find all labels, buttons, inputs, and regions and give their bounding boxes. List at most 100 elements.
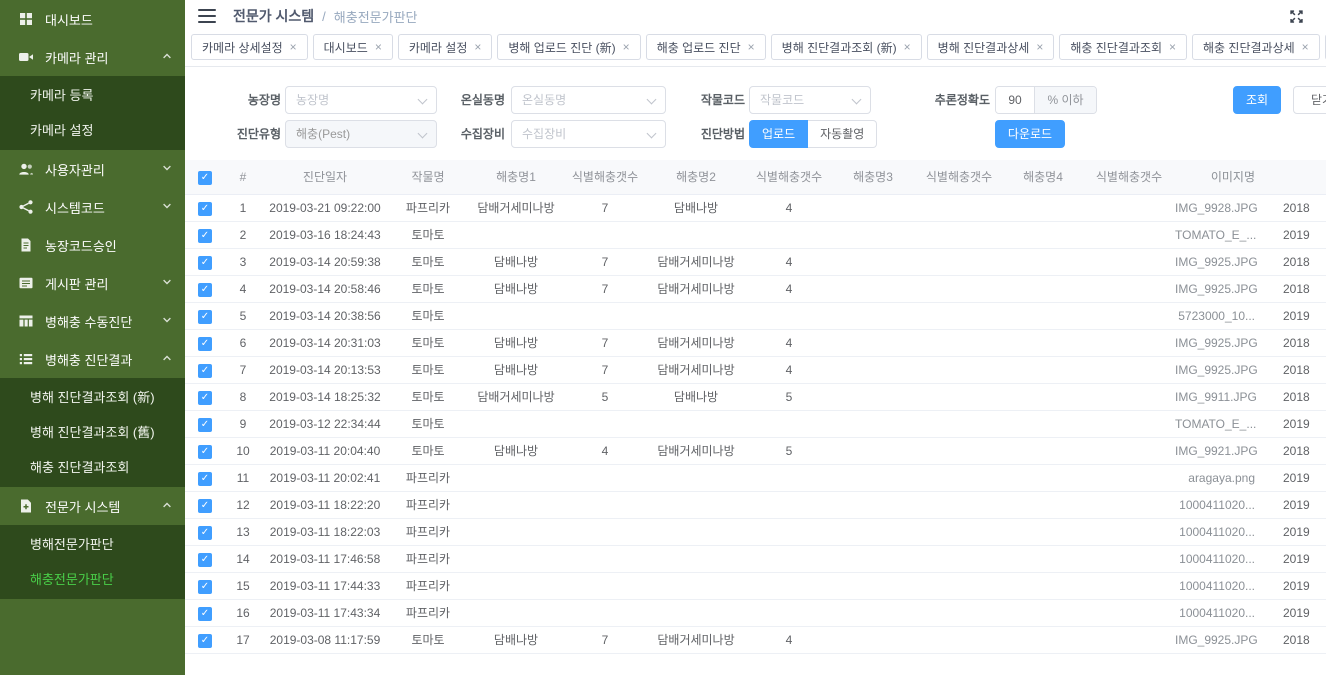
sidebar-subitem[interactable]: 해충 진단결과조회 bbox=[0, 450, 185, 485]
tab-close-icon[interactable]: × bbox=[623, 40, 630, 54]
table-row[interactable]: ✓72019-03-14 20:13:53토마토담배나방7담배거세미나방4IMG… bbox=[185, 356, 1326, 383]
table-row[interactable]: ✓122019-03-11 18:22:20파프리카1000411020...2… bbox=[185, 491, 1326, 518]
tab-label: 카메라 설정 bbox=[409, 39, 468, 56]
row-checkbox[interactable]: ✓ bbox=[198, 283, 212, 297]
row-checkbox[interactable]: ✓ bbox=[198, 607, 212, 621]
sidebar-subitem-active[interactable]: 해충전문가판단 bbox=[0, 562, 185, 597]
fullscreen-icon[interactable] bbox=[1289, 9, 1304, 24]
farm-name-select[interactable]: 농장명 bbox=[285, 86, 437, 114]
row-checkbox[interactable]: ✓ bbox=[198, 364, 212, 378]
tab-close-icon[interactable]: × bbox=[1036, 40, 1043, 54]
breadcrumb-root[interactable]: 전문가 시스템 bbox=[233, 6, 314, 26]
tab[interactable]: 카메라 설정 × bbox=[398, 34, 493, 60]
table-cell: 4 bbox=[747, 356, 831, 383]
greenhouse-select[interactable]: 온실동명 bbox=[511, 86, 666, 114]
sidebar-item-label: 카메라 관리 bbox=[45, 48, 108, 67]
row-checkbox[interactable]: ✓ bbox=[198, 553, 212, 567]
download-button[interactable]: 다운로드 bbox=[995, 120, 1065, 148]
sidebar-subitem[interactable]: 카메라 등록 bbox=[0, 78, 185, 113]
tab-close-icon[interactable]: × bbox=[375, 40, 382, 54]
table-cell: 1000411020... bbox=[1175, 545, 1283, 572]
table-row[interactable]: ✓172019-03-08 11:17:59토마토담배나방7담배거세미나방4IM… bbox=[185, 626, 1326, 653]
method-auto-capture-button[interactable]: 자동촬영 bbox=[808, 120, 877, 148]
row-checkbox[interactable]: ✓ bbox=[198, 256, 212, 270]
tab[interactable]: 해충 진단결과상세× bbox=[1192, 34, 1320, 60]
tab-close-icon[interactable]: × bbox=[1169, 40, 1176, 54]
table-row[interactable]: ✓22019-03-16 18:24:43토마토TOMATO_E_...2019 bbox=[185, 221, 1326, 248]
table-cell: 4 bbox=[747, 329, 831, 356]
tab[interactable]: 해충 진단결과조회× bbox=[1059, 34, 1187, 60]
sidebar-item[interactable]: 병해충 수동진단 bbox=[0, 302, 185, 340]
tab-close-icon[interactable]: × bbox=[290, 40, 297, 54]
row-checkbox[interactable]: ✓ bbox=[198, 445, 212, 459]
row-checkbox[interactable]: ✓ bbox=[198, 337, 212, 351]
tab[interactable]: 카메라 상세설정× bbox=[191, 34, 308, 60]
search-button[interactable]: 조회 bbox=[1233, 86, 1281, 114]
table-cell bbox=[467, 410, 565, 437]
row-checkbox[interactable]: ✓ bbox=[198, 472, 212, 486]
column-header: 해충명1 bbox=[467, 160, 565, 194]
table-row[interactable]: ✓32019-03-14 20:59:38토마토담배나방7담배거세미나방4IMG… bbox=[185, 248, 1326, 275]
table-row[interactable]: ✓162019-03-11 17:43:34파프리카1000411020...2… bbox=[185, 599, 1326, 626]
row-checkbox[interactable]: ✓ bbox=[198, 310, 212, 324]
table-row[interactable]: ✓92019-03-12 22:34:44토마토TOMATO_E_...2019 bbox=[185, 410, 1326, 437]
table-cell bbox=[915, 329, 1003, 356]
accuracy-input[interactable] bbox=[996, 87, 1034, 113]
tab[interactable]: 병해 업로드 진단 (新)× bbox=[497, 34, 640, 60]
table-row[interactable]: ✓152019-03-11 17:44:33파프리카1000411020...2… bbox=[185, 572, 1326, 599]
table-cell bbox=[645, 491, 747, 518]
sidebar-item[interactable]: 사용자관리 bbox=[0, 150, 185, 188]
tab-close-icon[interactable]: × bbox=[748, 40, 755, 54]
table-cell bbox=[915, 356, 1003, 383]
sidebar-item[interactable]: 병해충 진단결과 bbox=[0, 340, 185, 378]
row-checkbox[interactable]: ✓ bbox=[198, 229, 212, 243]
table-cell: 토마토 bbox=[389, 275, 467, 302]
sidebar-subitem[interactable]: 병해 진단결과조회 (舊) bbox=[0, 415, 185, 450]
tab[interactable]: 해충 업로드 진단× bbox=[646, 34, 766, 60]
chevron-down-icon bbox=[647, 129, 657, 139]
row-checkbox[interactable]: ✓ bbox=[198, 418, 212, 432]
sidebar-item[interactable]: 농장코드승인 bbox=[0, 226, 185, 264]
sidebar-item[interactable]: 카메라 관리 bbox=[0, 38, 185, 76]
crop-code-select[interactable]: 작물코드 bbox=[749, 86, 871, 114]
sidebar-subitem[interactable]: 병해 진단결과조회 (新) bbox=[0, 380, 185, 415]
sidebar-item[interactable]: 시스템코드 bbox=[0, 188, 185, 226]
row-checkbox[interactable]: ✓ bbox=[198, 634, 212, 648]
table-row[interactable]: ✓142019-03-11 17:46:58파프리카1000411020...2… bbox=[185, 545, 1326, 572]
table-cell bbox=[1003, 626, 1083, 653]
row-checkbox[interactable]: ✓ bbox=[198, 499, 212, 513]
hamburger-menu-icon[interactable] bbox=[198, 9, 216, 23]
crop-code-label: 작물코드 bbox=[665, 86, 745, 114]
close-button[interactable]: 닫기 bbox=[1293, 86, 1326, 114]
method-upload-button[interactable]: 업로드 bbox=[749, 120, 808, 148]
sidebar-subitem[interactable]: 병해전문가판단 bbox=[0, 527, 185, 562]
tab-close-icon[interactable]: × bbox=[1302, 40, 1309, 54]
table-row[interactable]: ✓112019-03-11 20:02:41파프리카aragaya.png201… bbox=[185, 464, 1326, 491]
sidebar-item[interactable]: 대시보드 bbox=[0, 0, 185, 38]
table-row[interactable]: ✓62019-03-14 20:31:03토마토담배나방7담배거세미나방4IMG… bbox=[185, 329, 1326, 356]
select-all-checkbox[interactable]: ✓ bbox=[198, 171, 212, 185]
sidebar-subitem[interactable]: 카메라 설정 bbox=[0, 113, 185, 148]
table-row[interactable]: ✓132019-03-11 18:22:03파프리카1000411020...2… bbox=[185, 518, 1326, 545]
tab[interactable]: 대시보드× bbox=[313, 34, 393, 60]
tab-close-icon[interactable]: × bbox=[904, 40, 911, 54]
table-cell: 2019 bbox=[1283, 410, 1326, 437]
row-checkbox[interactable]: ✓ bbox=[198, 580, 212, 594]
sidebar-item[interactable]: 전문가 시스템 bbox=[0, 487, 185, 525]
tab[interactable]: 병해 진단결과조회 (新)× bbox=[771, 34, 922, 60]
tab[interactable]: 병해 진단결과상세× bbox=[927, 34, 1055, 60]
table-row[interactable]: ✓52019-03-14 20:38:56토마토5723000_10...201… bbox=[185, 302, 1326, 329]
row-checkbox[interactable]: ✓ bbox=[198, 202, 212, 216]
table-cell bbox=[747, 518, 831, 545]
row-checkbox[interactable]: ✓ bbox=[198, 391, 212, 405]
table-row[interactable]: ✓102019-03-11 20:04:40토마토담배나방4담배거세미나방5IM… bbox=[185, 437, 1326, 464]
row-checkbox[interactable]: ✓ bbox=[198, 526, 212, 540]
table-row[interactable]: ✓42019-03-14 20:58:46토마토담배나방7담배거세미나방4IMG… bbox=[185, 275, 1326, 302]
sidebar-item[interactable]: 게시판 관리 bbox=[0, 264, 185, 302]
table-row[interactable]: ✓82019-03-14 18:25:32토마토담배거세미나방5담배나방5IMG… bbox=[185, 383, 1326, 410]
table-cell: 2018 bbox=[1283, 383, 1326, 410]
table-row[interactable]: ✓12019-03-21 09:22:00파프리카담배거세미나방7담배나방4IM… bbox=[185, 194, 1326, 221]
table-cell: 2018 bbox=[1283, 248, 1326, 275]
device-select[interactable]: 수집장비 bbox=[511, 120, 666, 148]
tab-close-icon[interactable]: × bbox=[474, 40, 481, 54]
